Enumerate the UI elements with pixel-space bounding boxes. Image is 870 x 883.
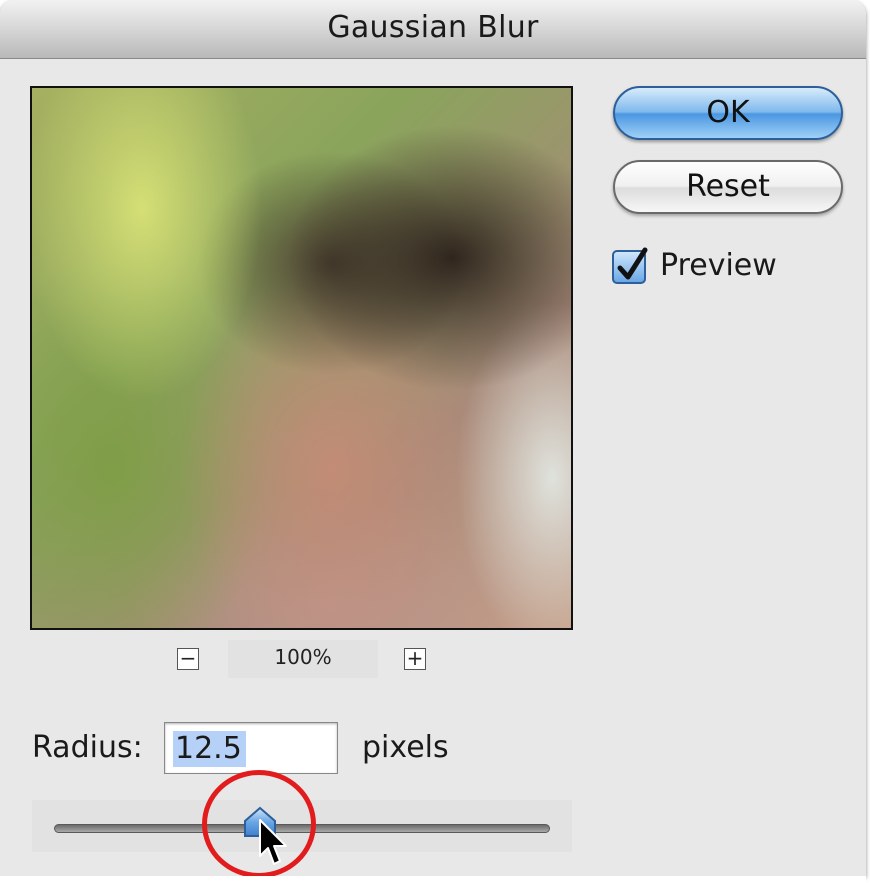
ok-button[interactable]: OK — [613, 86, 843, 140]
gaussian-blur-dialog: Gaussian Blur − 100% + Radius: 12.5 pixe… — [0, 0, 866, 876]
preview-option[interactable]: Preview — [612, 246, 812, 292]
title-bar[interactable]: Gaussian Blur — [0, 0, 866, 59]
preview-label: Preview — [660, 248, 777, 283]
reset-button[interactable]: Reset — [613, 160, 843, 214]
zoom-out-button[interactable]: − — [177, 648, 199, 670]
mouse-pointer-icon — [259, 819, 287, 865]
preview-checkbox[interactable] — [612, 247, 648, 284]
radius-unit-label: pixels — [362, 730, 449, 765]
zoom-level: 100% — [228, 640, 378, 678]
zoom-controls: − 100% + — [0, 640, 600, 680]
preview-image[interactable] — [30, 86, 573, 630]
radius-label: Radius: — [32, 730, 143, 765]
zoom-in-button[interactable]: + — [404, 648, 426, 670]
page-edge — [0, 876, 866, 883]
dialog-title: Gaussian Blur — [327, 10, 539, 45]
radius-input[interactable]: 12.5 — [164, 722, 338, 774]
radius-value: 12.5 — [173, 731, 246, 767]
checkmark-icon — [617, 247, 648, 280]
